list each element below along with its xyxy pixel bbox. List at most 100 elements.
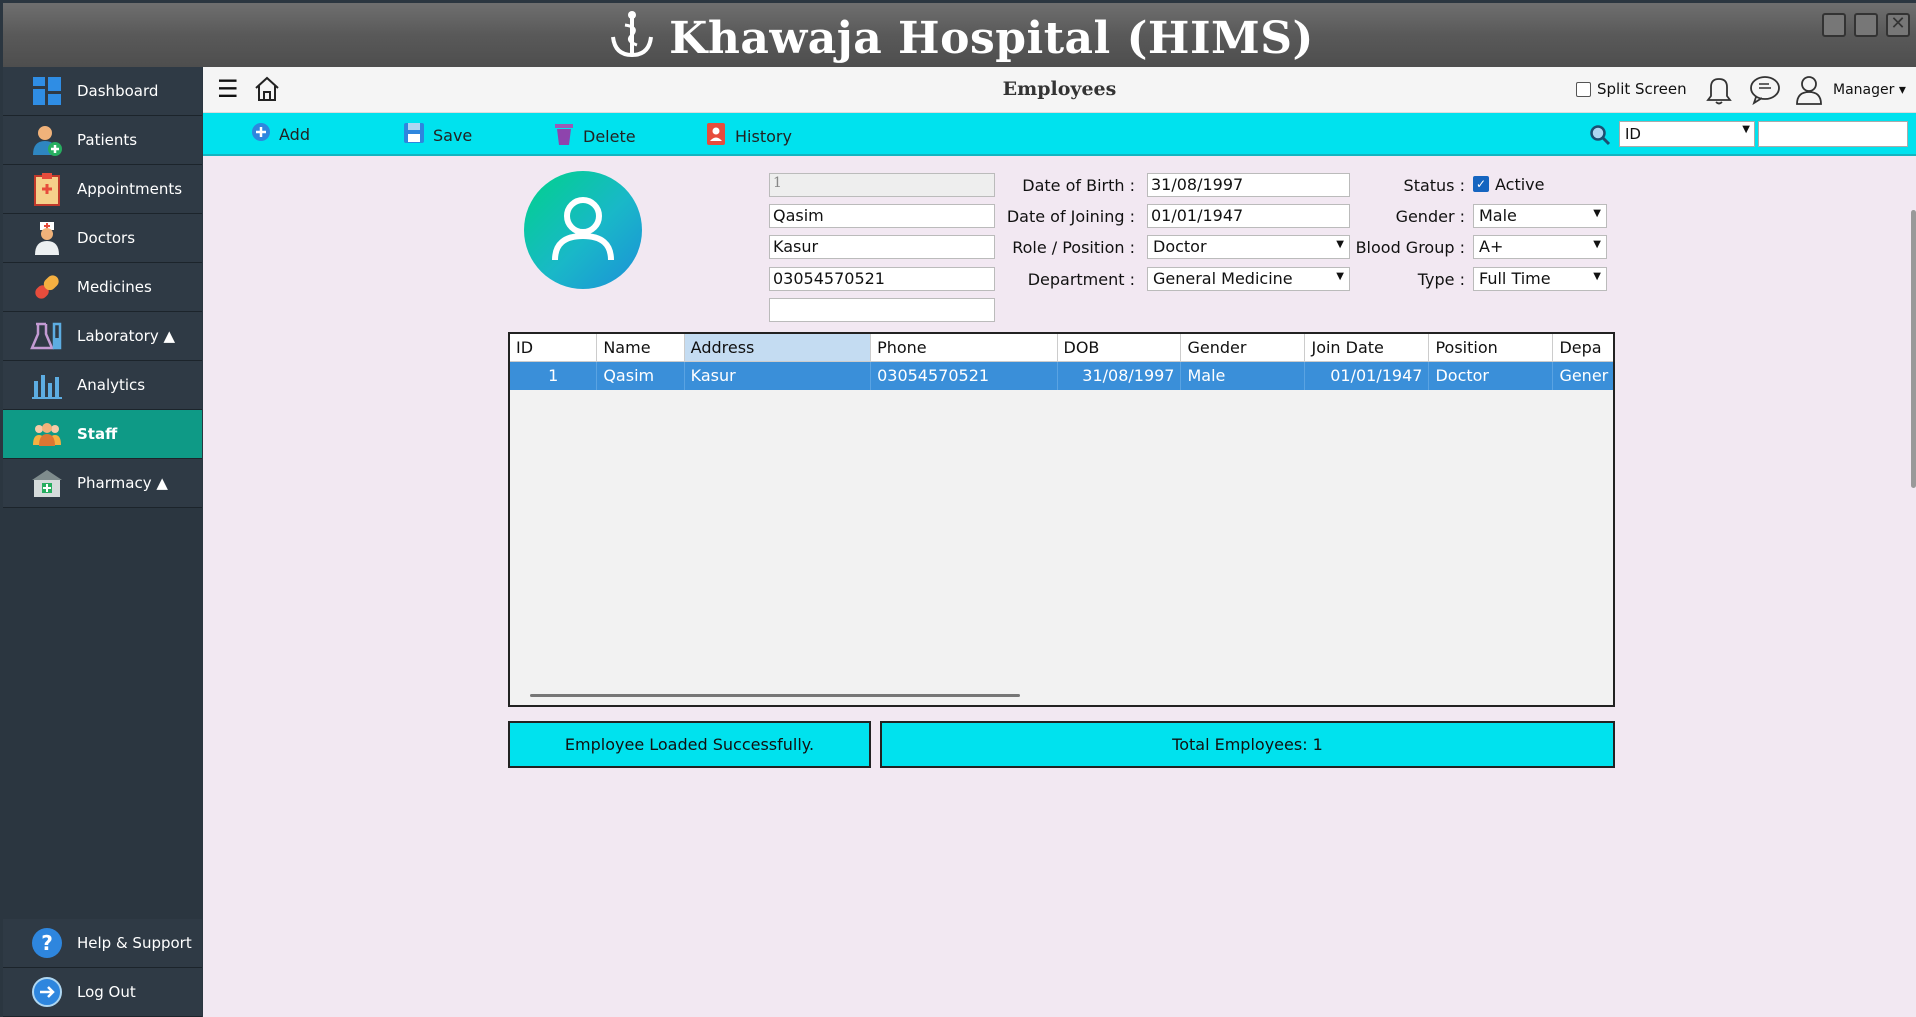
employees-table: ID Name Address Phone DOB Gender Join Da… xyxy=(508,332,1615,707)
column-header-department[interactable]: Depa xyxy=(1553,334,1613,361)
column-header-position[interactable]: Position xyxy=(1429,334,1554,361)
sidebar-item-appointments[interactable]: Appointments xyxy=(3,165,202,214)
chevron-down-icon: ▼ xyxy=(1593,271,1601,282)
sidebar-item-label: Appointments xyxy=(77,180,183,198)
search-field-select[interactable]: ID ▼ xyxy=(1619,121,1755,147)
main-content: ID : 1 Name* : Qasim Address* : Kasur Ph… xyxy=(203,156,1916,1017)
search-input[interactable] xyxy=(1758,121,1908,147)
sidebar-item-label: Dashboard xyxy=(77,82,159,100)
sidebar-item-label: Doctors xyxy=(77,229,136,247)
status-message: Employee Loaded Successfully. xyxy=(508,721,871,768)
history-button[interactable]: History xyxy=(705,122,792,150)
vertical-scrollbar[interactable] xyxy=(1911,210,1916,488)
sidebar-item-pharmacy[interactable]: Pharmacy ▲ xyxy=(3,459,202,508)
gender-select[interactable]: Male ▼ xyxy=(1473,204,1607,228)
doctor-icon xyxy=(29,220,65,256)
save-button[interactable]: Save xyxy=(403,122,472,148)
bell-icon[interactable] xyxy=(1705,74,1733,110)
total-employees: Total Employees: 1 xyxy=(880,721,1615,768)
employee-avatar[interactable] xyxy=(524,171,642,289)
user-menu[interactable]: Manager ▾ xyxy=(1833,82,1906,98)
column-header-id[interactable]: ID xyxy=(510,334,598,361)
role-value: Doctor xyxy=(1153,237,1207,256)
delete-button[interactable]: Delete xyxy=(553,122,636,150)
active-checkbox[interactable]: ✓ xyxy=(1473,176,1489,192)
note-field[interactable] xyxy=(769,298,995,322)
cell-dob: 31/08/1997 xyxy=(1058,362,1182,390)
pharmacy-icon xyxy=(29,465,65,501)
patients-icon xyxy=(29,122,65,158)
doj-field[interactable]: 01/01/1947 xyxy=(1147,204,1350,228)
column-header-gender[interactable]: Gender xyxy=(1181,334,1306,361)
sidebar-item-help[interactable]: ? Help & Support xyxy=(3,919,202,968)
sidebar-item-patients[interactable]: Patients xyxy=(3,116,202,165)
sidebar-item-label: Log Out xyxy=(77,983,136,1001)
dob-field[interactable]: 31/08/1997 xyxy=(1147,173,1350,197)
bar-chart-icon xyxy=(29,367,65,403)
split-screen-label: Split Screen xyxy=(1597,80,1687,98)
chevron-down-icon: ▼ xyxy=(1593,239,1601,250)
sidebar-item-analytics[interactable]: Analytics xyxy=(3,361,202,410)
sidebar-item-label: Medicines xyxy=(77,278,152,296)
sidebar-item-laboratory[interactable]: Laboratory ▲ xyxy=(3,312,202,361)
type-value: Full Time xyxy=(1479,269,1551,288)
sidebar-item-label: Help & Support xyxy=(77,934,192,952)
sidebar-item-dashboard[interactable]: Dashboard xyxy=(3,67,202,116)
table-header: ID Name Address Phone DOB Gender Join Da… xyxy=(510,334,1613,362)
type-select[interactable]: Full Time ▼ xyxy=(1473,267,1607,291)
maximize-button[interactable] xyxy=(1854,13,1878,37)
cell-phone: 03054570521 xyxy=(871,362,1058,390)
user-icon[interactable] xyxy=(1794,74,1824,110)
gender-value: Male xyxy=(1479,206,1517,225)
save-label: Save xyxy=(433,125,473,145)
blood-group-select[interactable]: A+ ▼ xyxy=(1473,235,1607,259)
hospital-logo-icon xyxy=(611,11,654,58)
chevron-down-icon: ▼ xyxy=(1593,208,1601,219)
column-header-address[interactable]: Address xyxy=(684,334,872,361)
appointments-icon xyxy=(29,171,65,207)
sidebar-item-label: Laboratory ▲ xyxy=(77,327,176,345)
column-header-name[interactable]: Name xyxy=(597,334,685,361)
user-avatar-icon xyxy=(552,197,614,261)
sidebar-item-label: Pharmacy ▲ xyxy=(77,474,168,492)
column-header-dob[interactable]: DOB xyxy=(1058,334,1182,361)
department-value: General Medicine xyxy=(1153,269,1293,288)
plus-icon xyxy=(251,122,271,146)
column-header-phone[interactable]: Phone xyxy=(871,334,1058,361)
sidebar-item-label: Patients xyxy=(77,131,138,149)
sidebar-item-staff[interactable]: Staff xyxy=(3,410,202,459)
chevron-down-icon: ▼ xyxy=(1336,271,1344,282)
sidebar-item-label: Staff xyxy=(77,425,118,443)
staff-icon xyxy=(29,416,65,452)
blood-group-label: Blood Group : xyxy=(1355,238,1465,257)
minimize-button[interactable] xyxy=(1822,13,1846,37)
history-label: History xyxy=(735,126,792,146)
dashboard-icon xyxy=(29,73,65,109)
close-button[interactable]: ✕ xyxy=(1886,13,1910,37)
svg-text:?: ? xyxy=(41,931,53,955)
search-icon[interactable] xyxy=(1589,124,1611,150)
sidebar-item-logout[interactable]: Log Out xyxy=(3,968,202,1017)
type-label: Type : xyxy=(1417,270,1465,289)
trash-icon xyxy=(553,122,575,150)
split-screen-checkbox[interactable] xyxy=(1576,81,1591,97)
split-screen-toggle[interactable]: Split Screen xyxy=(1576,80,1687,98)
save-icon xyxy=(403,122,425,148)
column-header-join-date[interactable]: Join Date xyxy=(1305,334,1430,361)
chevron-down-icon: ▼ xyxy=(1742,124,1750,135)
app-title: Khawaja Hospital (HIMS) xyxy=(3,9,1916,64)
delete-label: Delete xyxy=(583,126,636,146)
table-row[interactable]: 1 Qasim Kasur 03054570521 31/08/1997 Mal… xyxy=(510,362,1613,390)
status-label: Status : xyxy=(1403,176,1465,195)
add-button[interactable]: Add xyxy=(251,122,310,146)
pill-icon xyxy=(29,269,65,305)
page-header: ☰ Employees Split Screen Manager ▾ xyxy=(203,67,1916,113)
sidebar-item-doctors[interactable]: Doctors xyxy=(3,214,202,263)
chat-icon[interactable] xyxy=(1749,75,1781,109)
logout-icon xyxy=(29,974,65,1010)
lab-icon xyxy=(29,318,65,354)
department-select[interactable]: General Medicine ▼ xyxy=(1147,267,1350,291)
horizontal-scrollbar[interactable] xyxy=(530,694,1020,697)
sidebar-item-label: Analytics xyxy=(77,376,146,394)
sidebar-item-medicines[interactable]: Medicines xyxy=(3,263,202,312)
